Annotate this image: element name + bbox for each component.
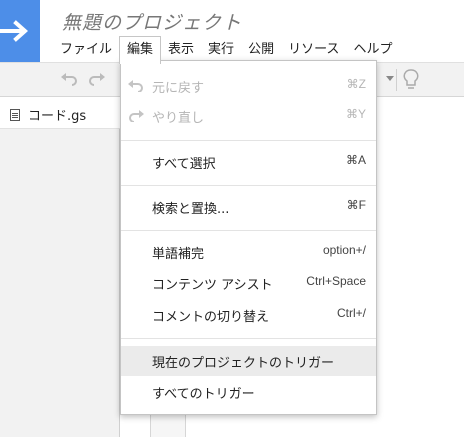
- undo-icon: [128, 80, 143, 92]
- menu-item-label: 単語補完: [152, 247, 205, 262]
- menu-separator: [121, 230, 376, 231]
- menu-item-label: 現在のプロジェクトのトリガー: [152, 356, 335, 371]
- redo-icon[interactable]: [88, 71, 106, 87]
- project-title[interactable]: 無題のプロジェクト: [62, 8, 242, 35]
- menu-item-label: すべてのトリガー: [152, 387, 255, 402]
- redo-icon: [129, 110, 144, 122]
- menu-item-label: コンテンツ アシスト: [152, 278, 273, 293]
- menu-item-label: やり直し: [152, 111, 205, 126]
- lightbulb-icon[interactable]: [402, 68, 420, 92]
- menu-item-select-all[interactable]: すべて選択 ⌘A: [121, 147, 376, 177]
- chevron-down-icon[interactable]: [385, 75, 395, 83]
- file-item[interactable]: コード.gs: [0, 97, 120, 129]
- menu-separator: [121, 338, 376, 339]
- menu-item-label: コメントの切り替え: [152, 310, 270, 325]
- menu-separator: [121, 140, 376, 141]
- app-logo[interactable]: [0, 0, 40, 62]
- menu-separator: [121, 185, 376, 186]
- shortcut-text: Ctrl+/: [336, 306, 366, 320]
- file-panel: コード.gs: [0, 97, 120, 437]
- shortcut-text: ⌘Y: [345, 107, 366, 121]
- menu-item-find-replace[interactable]: 検索と置換... ⌘F: [121, 192, 376, 222]
- toolbar-divider: [396, 69, 397, 91]
- menu-resources[interactable]: リソース: [281, 36, 346, 60]
- edit-dropdown-menu: 元に戻す ⌘Z やり直し ⌘Y すべて選択 ⌘A 検索と置換... ⌘F 単語補…: [120, 60, 377, 415]
- shortcut-text: ⌘Z: [346, 77, 366, 91]
- shortcut-text: option+/: [322, 243, 366, 257]
- menu-view[interactable]: 表示: [161, 36, 201, 60]
- menu-item-content-assist[interactable]: コンテンツ アシスト Ctrl+Space: [121, 268, 376, 298]
- menu-item-word-complete[interactable]: 単語補完 option+/: [121, 237, 376, 267]
- menu-help[interactable]: ヘルプ: [346, 36, 399, 60]
- menu-item-redo[interactable]: やり直し ⌘Y: [121, 101, 376, 131]
- menu-item-label: 元に戻す: [152, 81, 205, 96]
- menu-item-toggle-comment[interactable]: コメントの切り替え Ctrl+/: [121, 300, 376, 330]
- menu-item-current-project-triggers[interactable]: 現在のプロジェクトのトリガー: [121, 346, 376, 376]
- menu-file[interactable]: ファイル: [53, 36, 119, 60]
- menubar: ファイル 編集 表示 実行 公開 リソース ヘルプ: [53, 36, 399, 64]
- menu-edit[interactable]: 編集: [119, 36, 162, 64]
- menu-publish[interactable]: 公開: [241, 36, 281, 60]
- menu-run[interactable]: 実行: [201, 36, 241, 60]
- file-name: コード.gs: [28, 109, 87, 124]
- undo-icon[interactable]: [60, 71, 78, 87]
- menu-item-label: すべて選択: [152, 157, 216, 172]
- menu-item-all-triggers[interactable]: すべてのトリガー: [121, 377, 376, 407]
- shortcut-text: Ctrl+Space: [306, 274, 366, 288]
- document-icon: [10, 109, 20, 121]
- menu-item-undo[interactable]: 元に戻す ⌘Z: [121, 71, 376, 101]
- shortcut-text: ⌘A: [345, 153, 366, 167]
- arrow-right-icon: [0, 20, 29, 42]
- menu-item-label: 検索と置換...: [152, 202, 230, 217]
- shortcut-text: ⌘F: [346, 198, 366, 212]
